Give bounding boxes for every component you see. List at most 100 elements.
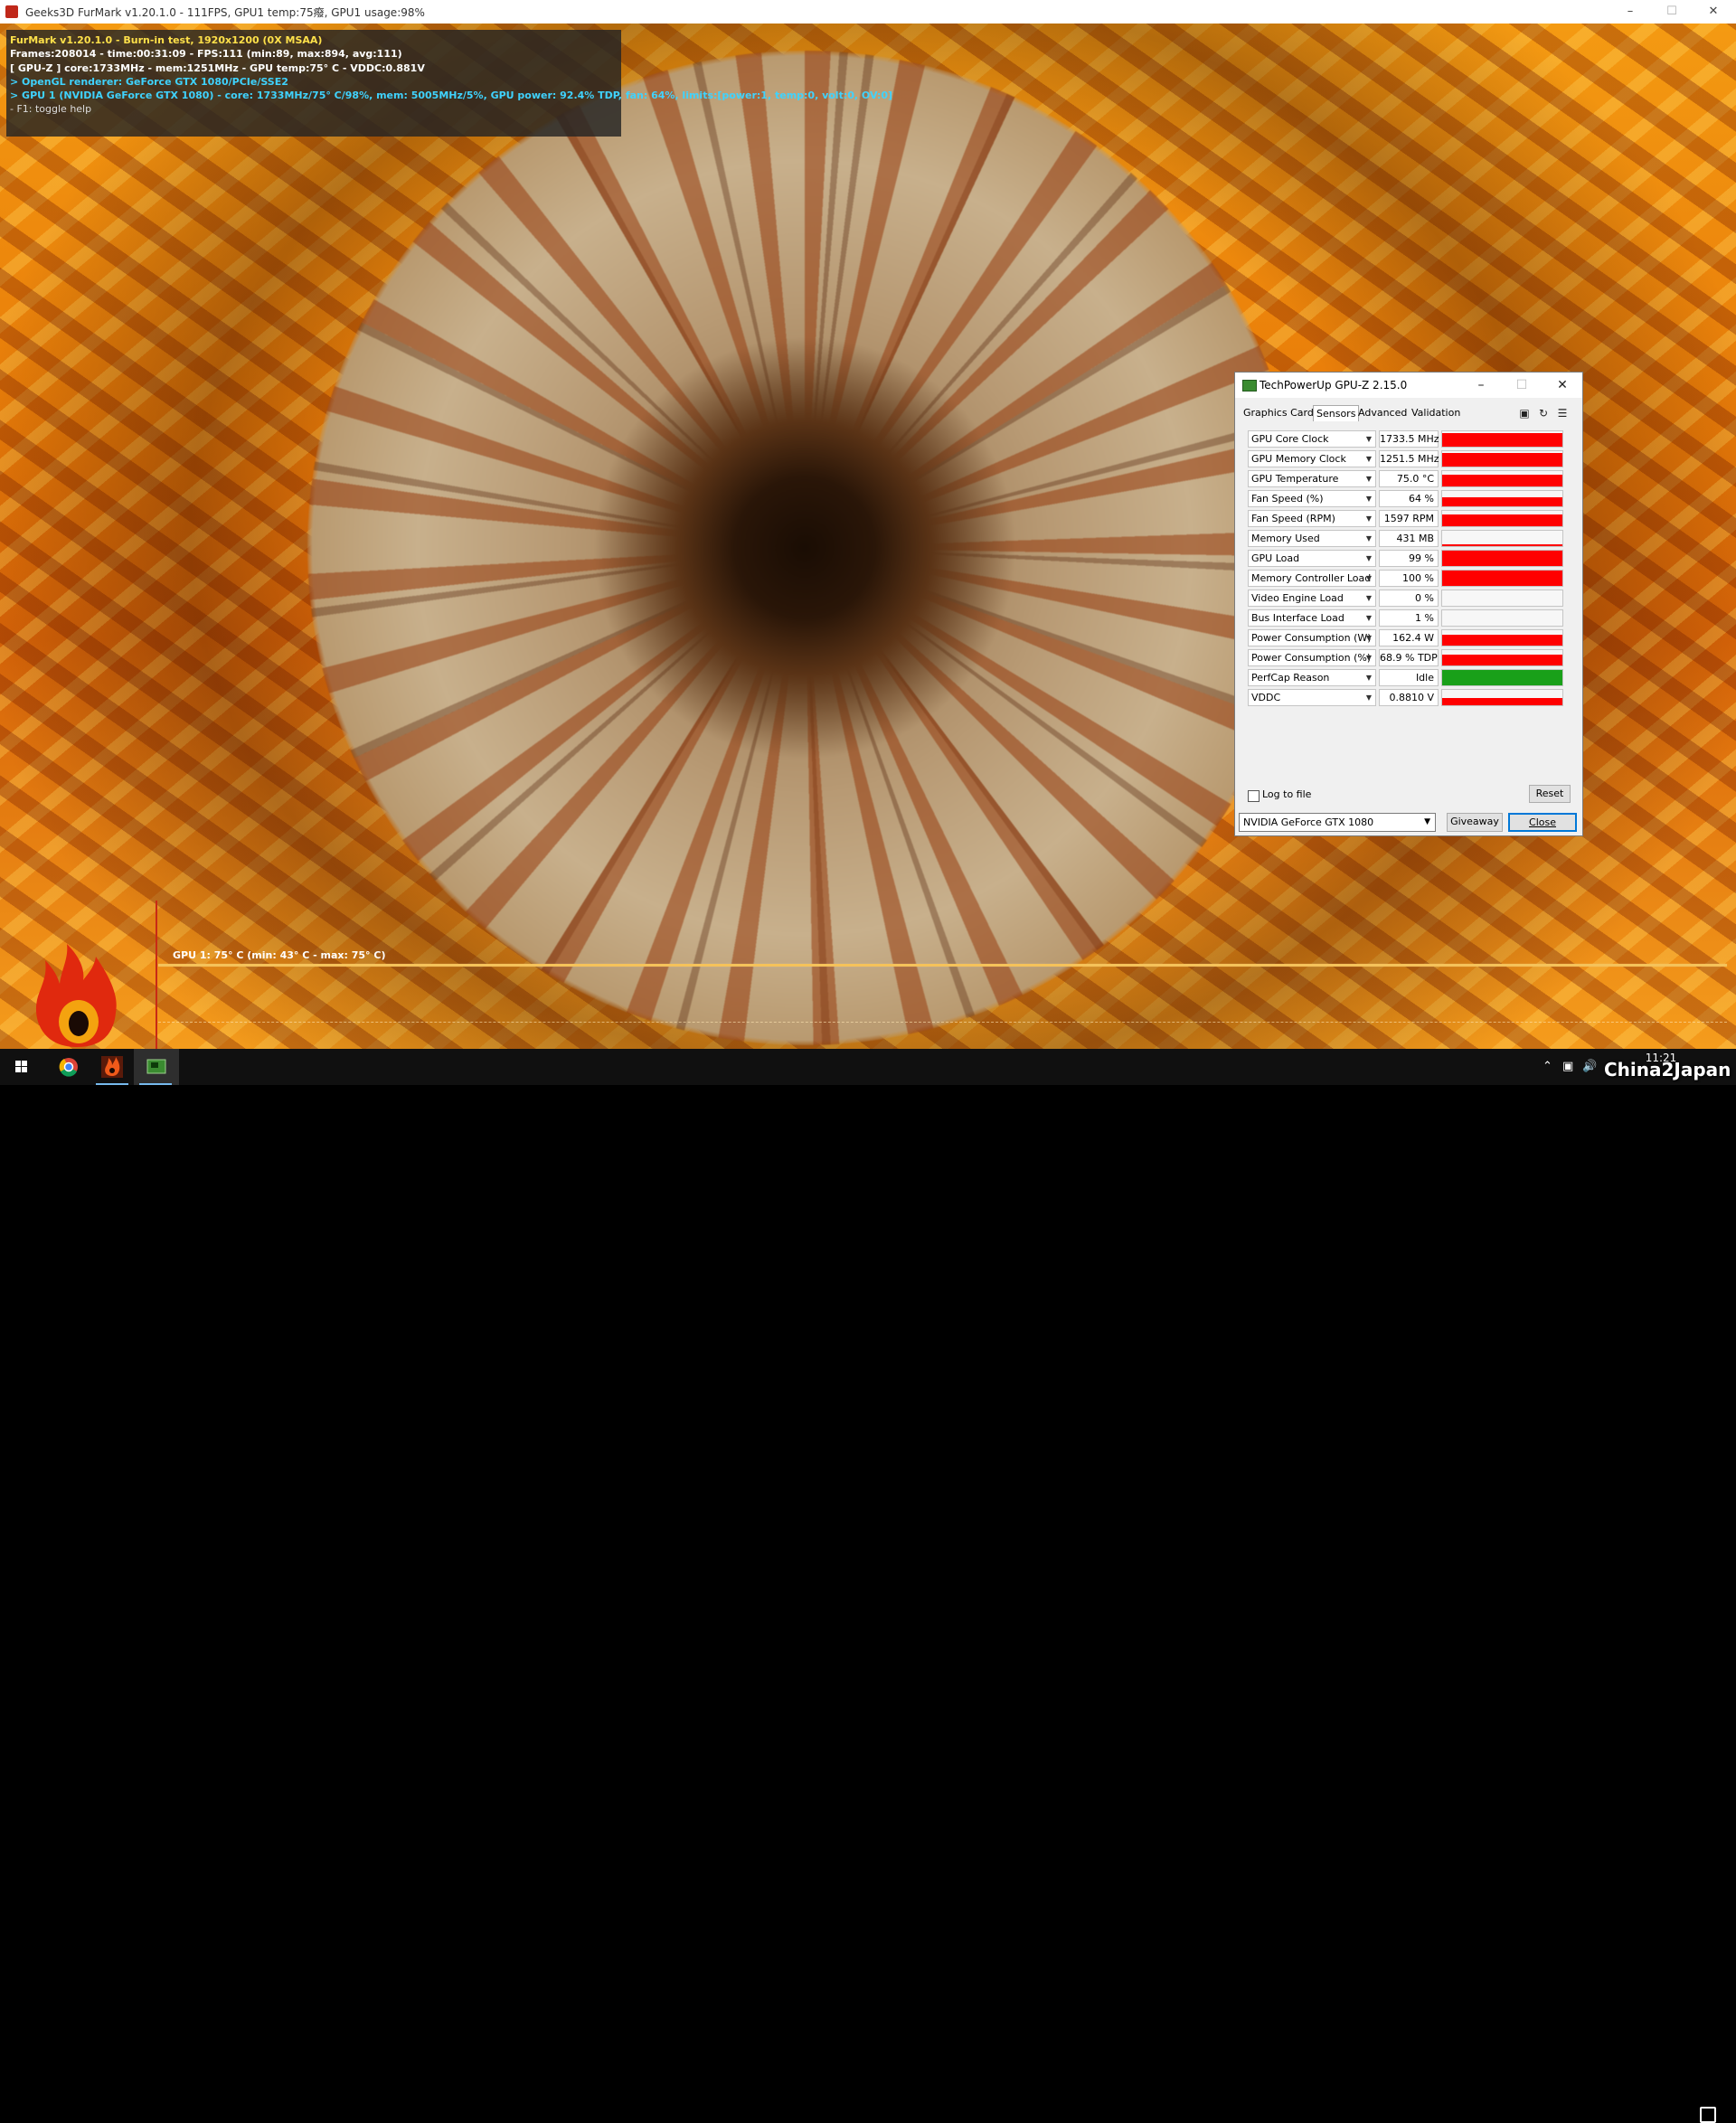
- sensor-row: Video Engine Load ▼ 0 %: [1248, 590, 1573, 608]
- sensor-graph-fill: [1442, 453, 1562, 467]
- temp-graph-axis: [156, 901, 157, 1049]
- chrome-icon: [47, 1049, 90, 1085]
- taskbar-gpuz[interactable]: [134, 1049, 179, 1085]
- sensor-name-dropdown[interactable]: Memory Controller Load▼: [1248, 570, 1376, 587]
- sensor-graph: [1441, 609, 1563, 627]
- close-button[interactable]: Close: [1508, 813, 1577, 832]
- network-icon[interactable]: ▣: [1562, 1060, 1573, 1073]
- sensor-name: Bus Interface Load: [1251, 612, 1344, 624]
- sensor-name: Video Engine Load: [1251, 592, 1344, 604]
- sensor-value: 0 %: [1379, 590, 1439, 607]
- chevron-down-icon: ▼: [1366, 590, 1372, 606]
- maximize-button[interactable]: ☐: [1651, 0, 1693, 24]
- gpu-select-value: NVIDIA GeForce GTX 1080: [1243, 816, 1373, 828]
- sensor-name: Power Consumption (W): [1251, 632, 1372, 644]
- sensor-value: 68.9 % TDP: [1379, 649, 1439, 666]
- tab-graphics-card[interactable]: Graphics Card: [1241, 405, 1316, 420]
- camera-icon[interactable]: ▣: [1517, 406, 1532, 420]
- chevron-down-icon: ▼: [1366, 650, 1372, 665]
- furmark-app-icon: [5, 5, 18, 18]
- reset-button[interactable]: Reset: [1529, 785, 1571, 803]
- sensor-graph: [1441, 689, 1563, 706]
- chevron-down-icon: ▼: [1366, 630, 1372, 646]
- sensor-graph-fill: [1442, 698, 1562, 705]
- gpuz-minimize-button[interactable]: –: [1463, 375, 1499, 395]
- sensor-row: GPU Core Clock▼ 1733.5 MHz: [1248, 430, 1573, 448]
- temp-graph-line: [158, 964, 1727, 967]
- sensor-name: Memory Controller Load: [1251, 572, 1371, 584]
- sensor-graph: [1441, 450, 1563, 467]
- taskbar-chrome[interactable]: [47, 1049, 90, 1085]
- sensor-name-dropdown[interactable]: GPU Load▼: [1248, 550, 1376, 567]
- sensor-row: Memory Controller Load▼ 100 %: [1248, 570, 1573, 588]
- gpuz-window-title: TechPowerUp GPU-Z 2.15.0: [1260, 379, 1407, 392]
- sensor-name: GPU Load: [1251, 552, 1299, 564]
- sensor-name-dropdown[interactable]: Power Consumption (%)▼: [1248, 649, 1376, 666]
- tab-sensors[interactable]: Sensors: [1313, 405, 1359, 421]
- sensor-name-dropdown[interactable]: GPU Temperature▼: [1248, 470, 1376, 487]
- sensor-name-dropdown[interactable]: GPU Memory Clock▼: [1248, 450, 1376, 467]
- gpuz-maximize-button[interactable]: ☐: [1504, 375, 1540, 395]
- sensor-row: Fan Speed (%)▼ 64 %: [1248, 490, 1573, 508]
- sensor-row: Memory Used▼ 431 MB: [1248, 530, 1573, 548]
- tab-validation[interactable]: Validation: [1409, 405, 1463, 420]
- sensor-name: GPU Core Clock: [1251, 433, 1329, 445]
- minimize-button[interactable]: –: [1609, 0, 1651, 24]
- sensor-graph: [1441, 570, 1563, 587]
- furmark-window-title: Geeks3D FurMark v1.20.1.0 - 111FPS, GPU1…: [25, 5, 425, 20]
- furmark-flame-icon: [90, 1049, 134, 1085]
- gpuz-close-window-button[interactable]: ✕: [1544, 375, 1580, 395]
- sensor-name: GPU Temperature: [1251, 473, 1338, 485]
- sensor-row: Bus Interface Load▼ 1 %: [1248, 609, 1573, 627]
- sensor-value: 1251.5 MHz: [1379, 450, 1439, 467]
- refresh-icon[interactable]: ↻: [1536, 406, 1551, 420]
- sensor-value: 99 %: [1379, 550, 1439, 567]
- sensor-graph: [1441, 470, 1563, 487]
- hud-line-renderer: > OpenGL renderer: GeForce GTX 1080/PCIe…: [10, 75, 618, 89]
- sensor-name-dropdown[interactable]: Fan Speed (%)▼: [1248, 490, 1376, 507]
- sensor-graph-fill: [1442, 655, 1562, 665]
- sensor-graph: [1441, 490, 1563, 507]
- sensor-name-dropdown[interactable]: Memory Used▼: [1248, 530, 1376, 547]
- sensor-row: PerfCap Reason▼ Idle: [1248, 669, 1573, 687]
- sensor-graph-fill: [1442, 670, 1562, 685]
- volume-icon[interactable]: 🔊: [1582, 1060, 1597, 1073]
- start-button[interactable]: [0, 1049, 43, 1085]
- sensor-name-dropdown[interactable]: Power Consumption (W)▼: [1248, 629, 1376, 646]
- close-window-button[interactable]: ✕: [1693, 0, 1734, 24]
- log-to-file-checkbox[interactable]: [1248, 790, 1260, 802]
- sensor-graph: [1441, 649, 1563, 666]
- gpuz-titlebar: TechPowerUp GPU-Z 2.15.0 – ☐ ✕: [1235, 373, 1582, 398]
- sensor-name-dropdown[interactable]: PerfCap Reason▼: [1248, 669, 1376, 686]
- tab-advanced[interactable]: Advanced: [1355, 405, 1410, 420]
- windows-logo-icon: [0, 1049, 43, 1085]
- sensor-graph-fill: [1442, 514, 1562, 526]
- sensor-graph: [1441, 510, 1563, 527]
- gpu-select[interactable]: NVIDIA GeForce GTX 1080 ▼: [1239, 813, 1436, 832]
- furmark-titlebar: Geeks3D FurMark v1.20.1.0 - 111FPS, GPU1…: [0, 0, 1736, 24]
- sensor-name-dropdown[interactable]: GPU Core Clock▼: [1248, 430, 1376, 448]
- notification-icon[interactable]: [1700, 2107, 1716, 2123]
- furmark-hud: FurMark v1.20.1.0 - Burn-in test, 1920x1…: [6, 30, 621, 137]
- sensor-row: Fan Speed (RPM)▼ 1597 RPM: [1248, 510, 1573, 528]
- sensor-name-dropdown[interactable]: Bus Interface Load▼: [1248, 609, 1376, 627]
- sensor-name-dropdown[interactable]: Video Engine Load ▼: [1248, 590, 1376, 607]
- sensor-graph-fill: [1442, 551, 1562, 566]
- chevron-up-icon[interactable]: ⌃: [1543, 1060, 1552, 1073]
- hud-line-gpuz: [ GPU-Z ] core:1733MHz - mem:1251MHz - G…: [10, 61, 618, 75]
- taskbar-furmark[interactable]: [90, 1049, 134, 1085]
- sensor-name: PerfCap Reason: [1251, 672, 1329, 684]
- furmark-flame-logo: [27, 940, 127, 1049]
- sensor-name-dropdown[interactable]: VDDC▼: [1248, 689, 1376, 706]
- sensor-graph-fill: [1442, 433, 1562, 447]
- temp-graph-baseline: [158, 1022, 1727, 1023]
- chevron-down-icon: ▼: [1366, 491, 1372, 506]
- sensor-name: VDDC: [1251, 692, 1280, 703]
- menu-icon[interactable]: ☰: [1555, 406, 1570, 420]
- sensor-row: GPU Load▼ 99 %: [1248, 550, 1573, 568]
- sensor-row: GPU Memory Clock▼ 1251.5 MHz: [1248, 450, 1573, 468]
- chevron-down-icon: ▼: [1366, 511, 1372, 526]
- giveaway-button[interactable]: Giveaway: [1447, 813, 1503, 832]
- gpuz-app-icon: [1242, 380, 1257, 392]
- sensor-name-dropdown[interactable]: Fan Speed (RPM)▼: [1248, 510, 1376, 527]
